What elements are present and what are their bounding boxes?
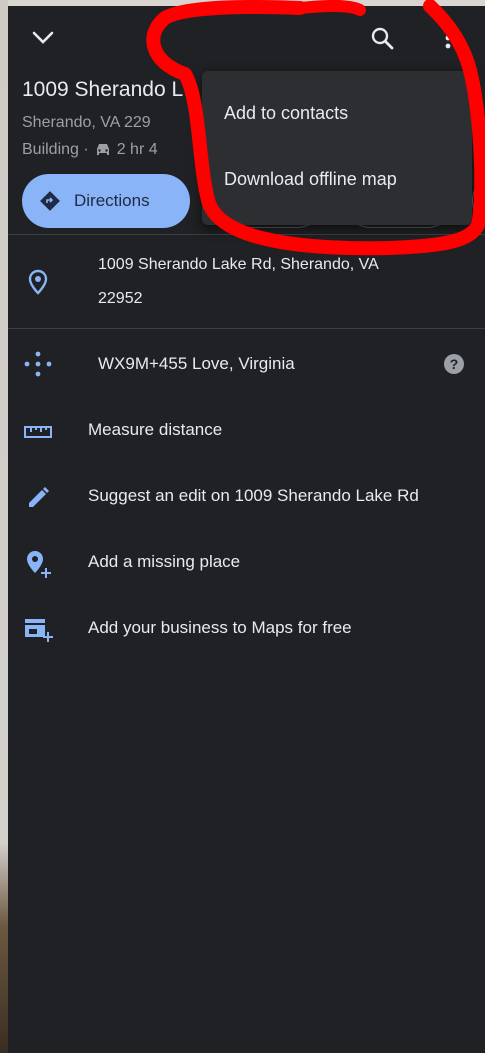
car-icon: [94, 142, 112, 158]
add-business-row[interactable]: Add your business to Maps for free: [8, 604, 485, 656]
location-pin-icon: [20, 264, 56, 300]
measure-distance-row[interactable]: Measure distance: [8, 406, 485, 458]
full-address-line2: 22952: [98, 290, 143, 307]
menu-item-add-to-contacts[interactable]: Add to contacts: [224, 103, 348, 124]
plus-code-icon: [20, 346, 56, 382]
suggest-edit-row[interactable]: Suggest an edit on 1009 Sherando Lake Rd: [8, 472, 485, 524]
add-business-label: Add your business to Maps for free: [88, 618, 352, 637]
share-button[interactable]: [472, 174, 485, 228]
background-left-edge: [0, 0, 8, 1053]
ruler-icon: [20, 414, 56, 450]
plus-code-row[interactable]: WX9M+455 Love, Virginia ?: [8, 338, 485, 390]
place-meta: Building · 2 hr 4: [22, 141, 158, 159]
add-missing-place-label: Add a missing place: [88, 552, 241, 571]
plus-code-text: WX9M+455 Love, Virginia: [98, 354, 295, 373]
chevron-down-icon[interactable]: [25, 20, 61, 56]
pencil-icon: [20, 480, 56, 516]
address-row[interactable]: 1009 Sherando Lake Rd, Sherando, VA 2295…: [8, 244, 485, 328]
suggest-edit-label: Suggest an edit on 1009 Sherando Lake Rd: [88, 486, 419, 505]
full-address-line1: 1009 Sherando Lake Rd, Sherando, VA: [98, 256, 379, 273]
overflow-menu: Add to contacts Download offline map: [202, 71, 472, 225]
divider: [8, 234, 485, 235]
place-type: Building ·: [22, 141, 89, 158]
add-location-icon: [20, 546, 56, 582]
directions-button[interactable]: Directions: [22, 174, 190, 228]
directions-label: Directions: [74, 191, 150, 210]
measure-distance-label: Measure distance: [88, 420, 223, 439]
place-title: 1009 Sherando L: [22, 78, 184, 101]
place-address-short: Sherando, VA 229: [22, 114, 151, 131]
directions-icon: [40, 191, 60, 211]
place-details-panel: 1009 Sherando L Sherando, VA 229 Buildin…: [8, 6, 485, 1053]
menu-item-download-offline-map[interactable]: Download offline map: [224, 169, 397, 190]
search-icon[interactable]: [364, 20, 400, 56]
more-vert-icon[interactable]: [430, 20, 466, 56]
help-icon[interactable]: ?: [444, 354, 464, 374]
drive-time: 2 hr 4: [116, 141, 158, 158]
add-business-icon: [20, 612, 56, 648]
divider: [8, 328, 485, 329]
top-bar: [8, 6, 485, 66]
add-missing-place-row[interactable]: Add a missing place: [8, 538, 485, 590]
